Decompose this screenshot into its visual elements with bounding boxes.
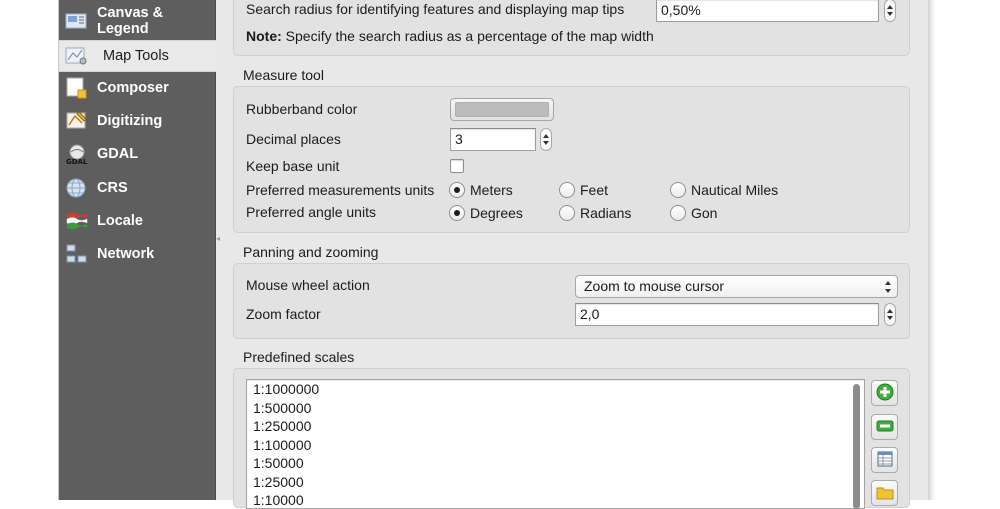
list-item[interactable]: 1:500000 <box>247 399 864 418</box>
add-scale-button[interactable] <box>871 380 898 406</box>
panning-zooming-title: Panning and zooming <box>243 244 379 260</box>
folder-icon <box>876 483 894 504</box>
list-item[interactable]: 1:25000 <box>247 473 864 492</box>
sidebar-item-label: GDAL <box>97 146 139 162</box>
radio-nautical-miles[interactable] <box>670 182 686 198</box>
zoom-factor-input[interactable]: 2,0 <box>575 303 879 326</box>
search-radius-label: Search radius for identifying features a… <box>246 1 625 17</box>
select-arrows-icon <box>885 281 891 293</box>
list-item[interactable]: 1:1000000 <box>247 380 864 399</box>
sidebar-item-map-tools[interactable]: Map Tools <box>59 40 216 72</box>
scales-list-scrollbar[interactable] <box>853 384 860 508</box>
list-item[interactable]: 1:100000 <box>247 436 864 455</box>
sidebar-item-composer[interactable]: Composer <box>59 72 216 104</box>
rubberband-color-swatch <box>455 102 549 117</box>
mouse-wheel-action-label: Mouse wheel action <box>246 277 370 293</box>
decimal-places-input[interactable]: 3 <box>450 128 536 151</box>
search-radius-input[interactable]: 0,50% <box>656 0 879 22</box>
svg-text:GDAL: GDAL <box>66 158 88 165</box>
radio-radians-label: Radians <box>580 205 632 221</box>
rubberband-color-label: Rubberband color <box>246 101 358 117</box>
radio-meters-label: Meters <box>470 182 513 198</box>
sidebar-item-gdal[interactable]: GDAL GDAL <box>59 138 216 170</box>
list-item[interactable]: 1:250000 <box>247 417 864 436</box>
predefined-scales-title: Predefined scales <box>243 349 355 365</box>
note-text: Specify the search radius as a percentag… <box>285 28 654 44</box>
angle-units-label: Preferred angle units <box>246 204 376 220</box>
sidebar-item-label: Network <box>97 246 155 262</box>
radio-feet-label: Feet <box>580 182 609 198</box>
radio-degrees-label: Degrees <box>470 205 523 221</box>
measure-tool-title: Measure tool <box>243 67 324 83</box>
sidebar-item-label: Canvas & Legend <box>97 5 164 37</box>
sidebar-item-label: Digitizing <box>97 113 163 129</box>
radio-degrees[interactable] <box>449 205 465 221</box>
remove-scale-button[interactable] <box>871 414 898 440</box>
map-tools-icon <box>65 45 89 67</box>
export-scales-button[interactable] <box>871 480 898 506</box>
table-icon <box>876 450 894 471</box>
digitizing-icon <box>65 110 89 132</box>
list-item[interactable]: 1:10000 <box>247 491 864 508</box>
note-bold: Note: <box>246 28 282 44</box>
sidebar-item-digitizing[interactable]: Digitizing <box>59 105 216 137</box>
radio-feet[interactable] <box>559 182 575 198</box>
search-radius-spinner[interactable] <box>884 0 896 22</box>
rubberband-color-button[interactable] <box>450 98 554 121</box>
decimal-places-spinner[interactable] <box>540 128 552 151</box>
composer-icon <box>65 77 89 99</box>
network-icon <box>65 243 89 265</box>
gdal-icon: GDAL <box>65 143 89 165</box>
list-item[interactable]: 1:50000 <box>247 454 864 473</box>
options-sidebar: Canvas & Legend Map Tools Composer Digit… <box>59 0 216 500</box>
mouse-wheel-action-select[interactable]: Zoom to mouse cursor <box>575 275 898 298</box>
radio-gon-label: Gon <box>691 205 718 221</box>
sidebar-item-network[interactable]: Network <box>59 238 216 270</box>
minus-icon <box>876 417 894 438</box>
radio-nautical-miles-label: Nautical Miles <box>691 182 779 198</box>
sidebar-item-locale[interactable]: Locale <box>59 205 216 237</box>
sidebar-item-label: CRS <box>97 180 128 196</box>
mouse-wheel-action-value: Zoom to mouse cursor <box>584 278 725 294</box>
sidebar-item-canvas-legend[interactable]: Canvas & Legend <box>59 5 216 37</box>
search-radius-note: Note: Specify the search radius as a per… <box>246 28 654 44</box>
sidebar-item-crs[interactable]: CRS <box>59 172 216 204</box>
plus-icon <box>876 383 894 404</box>
measurement-units-label: Preferred measurements units <box>246 182 435 198</box>
radio-radians[interactable] <box>559 205 575 221</box>
splitter-handle[interactable]: ◂ <box>216 234 220 243</box>
sidebar-item-label: Composer <box>97 80 169 96</box>
keep-base-unit-checkbox[interactable] <box>450 159 464 173</box>
crs-globe-icon <box>65 177 89 199</box>
radio-gon[interactable] <box>670 205 686 221</box>
zoom-factor-spinner[interactable] <box>884 303 896 326</box>
canvas-legend-icon <box>65 10 89 32</box>
sidebar-item-label: Map Tools <box>103 48 169 64</box>
zoom-factor-label: Zoom factor <box>246 306 321 322</box>
import-scales-button[interactable] <box>871 447 898 473</box>
window-edge <box>928 0 936 500</box>
scales-list[interactable]: 1:1000000 1:500000 1:250000 1:100000 1:5… <box>246 379 865 509</box>
keep-base-unit-label: Keep base unit <box>246 158 340 174</box>
locale-flag-icon <box>65 210 89 232</box>
sidebar-item-label: Locale <box>97 213 143 229</box>
radio-meters[interactable] <box>449 182 465 198</box>
decimal-places-label: Decimal places <box>246 131 341 147</box>
